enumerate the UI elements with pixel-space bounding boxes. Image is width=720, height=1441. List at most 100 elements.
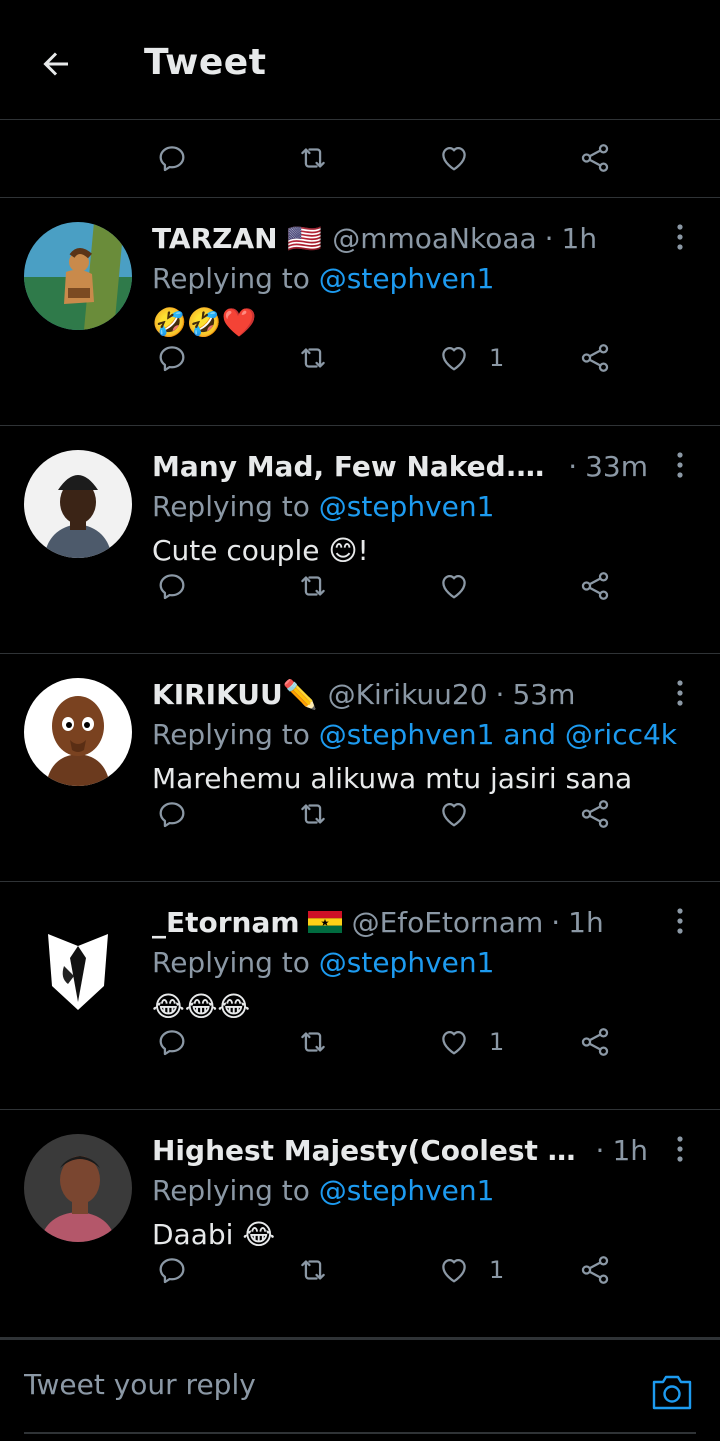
mention-link[interactable]: @stephven1 xyxy=(319,262,495,295)
share-button[interactable] xyxy=(578,556,612,616)
like-button[interactable] xyxy=(437,784,489,844)
reply-icon xyxy=(159,346,185,372)
reply-button[interactable] xyxy=(155,1240,189,1300)
retweet-button[interactable] xyxy=(296,784,330,844)
reply-icon xyxy=(159,1258,185,1284)
like-count: 1 xyxy=(489,1256,505,1284)
mention-link[interactable]: @stephven1 xyxy=(319,1174,495,1207)
display-name[interactable]: _Etornam xyxy=(152,906,300,939)
heart-icon xyxy=(442,346,466,371)
mention-link[interactable]: @stephven1 xyxy=(319,490,495,523)
retweet-button[interactable] xyxy=(296,556,330,616)
back-arrow-icon xyxy=(43,52,68,76)
reply-tweet[interactable]: Many Mad, Few Naked.😉 ... · 33m Replying… xyxy=(0,426,720,654)
heart-icon xyxy=(442,802,466,827)
more-icon xyxy=(677,908,683,934)
replying-to-label: Replying to xyxy=(152,946,319,979)
more-options-button[interactable] xyxy=(668,220,692,254)
like-button[interactable] xyxy=(437,556,489,616)
retweet-icon xyxy=(301,348,325,368)
tarzan-avatar-image xyxy=(24,222,132,330)
replying-to: Replying to @stephven1 and @ricc4k xyxy=(152,718,677,751)
heart-icon xyxy=(442,574,466,599)
mention-link[interactable]: @stephven1 and @ricc4k xyxy=(319,718,677,751)
replying-to-label: Replying to xyxy=(152,1174,319,1207)
share-button[interactable] xyxy=(578,784,612,844)
mention-link[interactable]: @stephven1 xyxy=(319,946,495,979)
reply-icon xyxy=(159,1030,185,1056)
reply-icon xyxy=(159,802,185,828)
top-app-bar: Tweet xyxy=(0,0,720,120)
heart-icon xyxy=(442,1258,466,1283)
timestamp: 1h xyxy=(568,905,604,939)
retweet-button[interactable] xyxy=(296,1240,330,1300)
timestamp: 1h xyxy=(561,221,598,255)
profile-photo-avatar xyxy=(24,450,132,558)
like-button[interactable]: 1 xyxy=(437,1012,504,1072)
replying-to-label: Replying to xyxy=(152,490,319,523)
tweet-header: Highest Majesty(Coolest Boy... · 1h xyxy=(152,1130,648,1170)
share-icon xyxy=(581,800,609,828)
share-button[interactable] xyxy=(578,1240,612,1300)
back-button[interactable] xyxy=(34,42,78,86)
reply-tweet[interactable]: Highest Majesty(Coolest Boy... · 1h Repl… xyxy=(0,1110,720,1338)
replying-to: Replying to @stephven1 xyxy=(152,946,494,979)
avatar[interactable] xyxy=(24,1134,132,1242)
display-name[interactable]: TARZAN 🇺🇸 xyxy=(152,222,322,255)
retweet-icon xyxy=(301,148,325,168)
tweet-header: TARZAN 🇺🇸 @mmoaNkoaa · 1h xyxy=(152,218,648,258)
display-name[interactable]: KIRIKUU✏️ xyxy=(152,678,318,711)
reply-tweet[interactable]: _Etornam @EfoEtornam · 1h Replying to @s… xyxy=(0,882,720,1110)
avatar[interactable] xyxy=(24,222,132,330)
timestamp: 33m xyxy=(585,449,648,483)
more-options-button[interactable] xyxy=(668,1132,692,1166)
more-options-button[interactable] xyxy=(668,448,692,482)
reply-tweet[interactable]: TARZAN 🇺🇸 @mmoaNkoaa · 1h Replying to @s… xyxy=(0,198,720,426)
share-button[interactable] xyxy=(578,128,612,188)
display-name[interactable]: Highest Majesty(Coolest Boy... xyxy=(152,1134,578,1167)
retweet-icon xyxy=(301,804,325,824)
reply-input[interactable] xyxy=(24,1368,584,1401)
tweet-header: _Etornam @EfoEtornam · 1h xyxy=(152,902,648,942)
reply-button[interactable] xyxy=(155,1012,189,1072)
user-handle[interactable]: @mmoaNkoaa xyxy=(332,222,536,255)
reply-icon xyxy=(159,146,185,172)
share-icon xyxy=(581,344,609,372)
more-options-button[interactable] xyxy=(668,676,692,710)
like-button[interactable]: 1 xyxy=(437,1240,504,1300)
camera-button[interactable] xyxy=(650,1370,694,1414)
avatar[interactable] xyxy=(24,450,132,558)
like-button[interactable] xyxy=(437,128,471,188)
share-icon xyxy=(581,1256,609,1284)
like-button[interactable]: 1 xyxy=(437,328,504,388)
replying-to-label: Replying to xyxy=(152,718,319,751)
retweet-button[interactable] xyxy=(296,1012,330,1072)
more-icon xyxy=(677,452,683,478)
reply-tweet[interactable]: KIRIKUU✏️ @Kirikuu20 · 53m Replying to @… xyxy=(0,654,720,882)
reply-button[interactable] xyxy=(155,328,189,388)
replying-to-label: Replying to xyxy=(152,262,319,295)
separator-dot: · xyxy=(568,449,578,483)
timestamp: 1h xyxy=(612,1133,648,1167)
share-button[interactable] xyxy=(578,328,612,388)
avatar[interactable] xyxy=(24,906,132,1014)
separator-dot: · xyxy=(551,905,561,939)
more-icon xyxy=(677,680,683,706)
share-icon xyxy=(581,572,609,600)
share-button[interactable] xyxy=(578,1012,612,1072)
avatar[interactable] xyxy=(24,678,132,786)
reply-button[interactable] xyxy=(155,556,189,616)
reply-button[interactable] xyxy=(155,784,189,844)
retweet-button[interactable] xyxy=(296,128,330,188)
retweet-button[interactable] xyxy=(296,328,330,388)
tweet-header: Many Mad, Few Naked.😉 ... · 33m xyxy=(152,446,648,486)
user-handle[interactable]: @EfoEtornam xyxy=(352,906,544,939)
display-name[interactable]: Many Mad, Few Naked.😉 ... xyxy=(152,450,550,483)
retweet-icon xyxy=(301,1260,325,1280)
more-options-button[interactable] xyxy=(668,904,692,938)
user-handle[interactable]: @Kirikuu20 xyxy=(328,678,488,711)
cartoon-avatar-image xyxy=(24,678,132,786)
reply-button[interactable] xyxy=(155,128,189,188)
retweet-icon xyxy=(301,576,325,596)
reply-composer xyxy=(0,1338,720,1441)
